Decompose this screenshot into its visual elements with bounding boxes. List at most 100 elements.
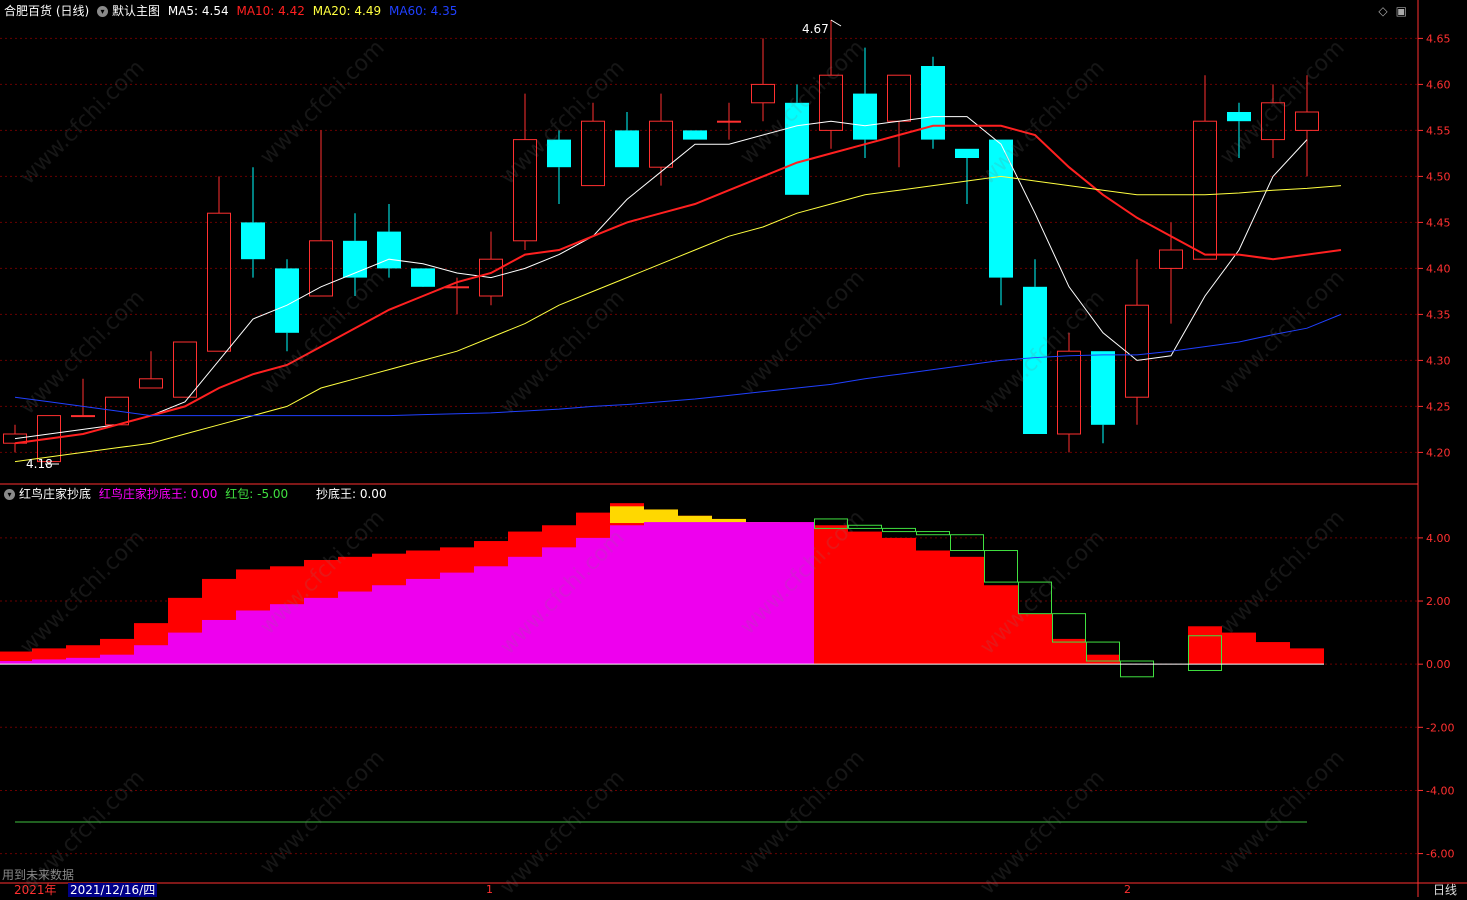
high-annotation: 4.67 [802, 22, 829, 36]
candle-body [1193, 120, 1217, 260]
date-axis: 2021年 2021/12/16/四 1 2 [0, 883, 1418, 897]
magenta-bar [32, 659, 66, 665]
indicator-chaodi-value: 抄底王: 0.00 [316, 487, 387, 501]
magenta-bar [440, 572, 474, 665]
chevron-down-icon[interactable]: ▾ [97, 6, 109, 17]
magenta-bar [712, 522, 746, 665]
magenta-bar [474, 566, 508, 665]
candle-body [955, 148, 979, 158]
magenta-bar [270, 604, 304, 665]
main-chart[interactable]: 4.65 4.60 4.55 4.50 4.45 4.40 4.35 4.30 4.25 4.20… [0, 0, 1467, 897]
candle-body [139, 378, 163, 389]
indicator-legend: ▾ 红鸟庄家抄底 红鸟庄家抄底王: 0.00 红包: -5.00 抄底王: 0.0… [4, 485, 391, 503]
candle-body [513, 139, 537, 242]
y-tick-label: 2.00 [1426, 595, 1451, 608]
y-tick-label: -6.00 [1426, 848, 1454, 861]
ma20-value: MA20: 4.49 [312, 4, 382, 18]
magenta-bar [746, 522, 780, 665]
green-box [916, 531, 950, 536]
ma-line-ma60 [14, 313, 1342, 417]
candle-body [207, 212, 231, 352]
magenta-bar [168, 632, 202, 665]
candle-body [649, 120, 673, 168]
period-button[interactable]: 日线 [1433, 883, 1457, 897]
magenta-bar [304, 597, 338, 665]
ma-line-ma20 [14, 175, 1342, 463]
candle-body [887, 74, 911, 122]
y-tick-label: 4.30 [1426, 354, 1451, 367]
low-annotation: 4.18 [26, 457, 53, 471]
y-tick-label: 4.65 [1426, 32, 1451, 45]
candle-body [411, 268, 435, 287]
indicator-hongbao-value: 红包: -5.00 [225, 487, 289, 501]
magenta-bar [610, 525, 644, 665]
window-icon[interactable]: ▣ [1396, 4, 1415, 18]
ma10-value: MA10: 4.42 [236, 4, 305, 18]
ma-line-ma10 [14, 124, 1342, 445]
y-tick-label: 4.55 [1426, 124, 1451, 137]
magenta-bar [542, 547, 576, 665]
candle-body [343, 240, 367, 278]
high-marker [830, 19, 842, 27]
template-label[interactable]: 默认主图 [112, 4, 160, 18]
red-bar [814, 525, 848, 665]
red-bar [950, 556, 984, 665]
chevron-down-icon[interactable]: ▾ [4, 489, 15, 500]
green-box [950, 534, 984, 552]
diamond-icon[interactable]: ◇ [1378, 4, 1395, 18]
yellow-bar [610, 506, 644, 524]
month-mark-feb: 2 [1124, 883, 1131, 896]
indicator-name[interactable]: 红鸟庄家抄底 [19, 487, 91, 501]
magenta-bar [66, 657, 100, 665]
red-bar [1188, 626, 1222, 665]
magenta-bar [236, 610, 270, 665]
red-bar [1256, 642, 1290, 665]
magenta-bar [338, 591, 372, 665]
candle-body [1227, 112, 1251, 122]
red-bar [984, 585, 1018, 665]
y-tick-label: 4.45 [1426, 216, 1451, 229]
red-bar [1290, 648, 1324, 665]
magenta-bar [576, 537, 610, 665]
candle-body [547, 139, 571, 168]
y-tick-label: 4.50 [1426, 170, 1451, 183]
green-box [1120, 660, 1154, 678]
candle-body [241, 222, 265, 260]
green-box [1052, 613, 1086, 643]
candle-body [1057, 350, 1081, 435]
ma5-value: MA5: 4.54 [167, 4, 229, 18]
chart-window[interactable]: 4.65 4.60 4.55 4.50 4.45 4.40 4.35 4.30 4.25 4.20… [0, 0, 1467, 900]
red-bar [1222, 632, 1256, 665]
ma60-value: MA60: 4.35 [388, 4, 458, 18]
red-bar [916, 550, 950, 665]
green-box [1018, 581, 1052, 615]
y-tick-label: 4.00 [1426, 532, 1451, 545]
y-tick-label: 4.20 [1426, 446, 1451, 459]
candle-body [785, 102, 809, 195]
panel-controls: ◇▣ [1378, 4, 1415, 18]
red-bar [848, 531, 882, 665]
candle-body [1091, 351, 1115, 425]
candle-body [1023, 286, 1047, 434]
magenta-bar [100, 654, 134, 665]
candle-body [717, 120, 741, 123]
red-bar [1018, 613, 1052, 665]
red-bar [1086, 654, 1120, 665]
stock-title: 合肥百货 (日线) [4, 4, 90, 18]
red-bar [882, 537, 916, 665]
y-tick-label: 4.25 [1426, 400, 1451, 413]
green-box [848, 524, 882, 529]
candle-body [683, 130, 707, 140]
future-data-note: 用到未来数据 [2, 868, 75, 882]
green-box [984, 550, 1018, 583]
y-tick-label: -2.00 [1426, 721, 1454, 734]
magenta-bar [508, 556, 542, 665]
candle-body [751, 83, 775, 104]
indicator-main-value: 红鸟庄家抄底王: 0.00 [98, 487, 218, 501]
y-tick-label: 4.40 [1426, 262, 1451, 275]
candle-body [71, 415, 95, 418]
candle-body [445, 286, 469, 289]
candle-body [173, 341, 197, 398]
cursor-date: 2021/12/16/四 [68, 883, 158, 897]
magenta-bar [678, 522, 712, 665]
